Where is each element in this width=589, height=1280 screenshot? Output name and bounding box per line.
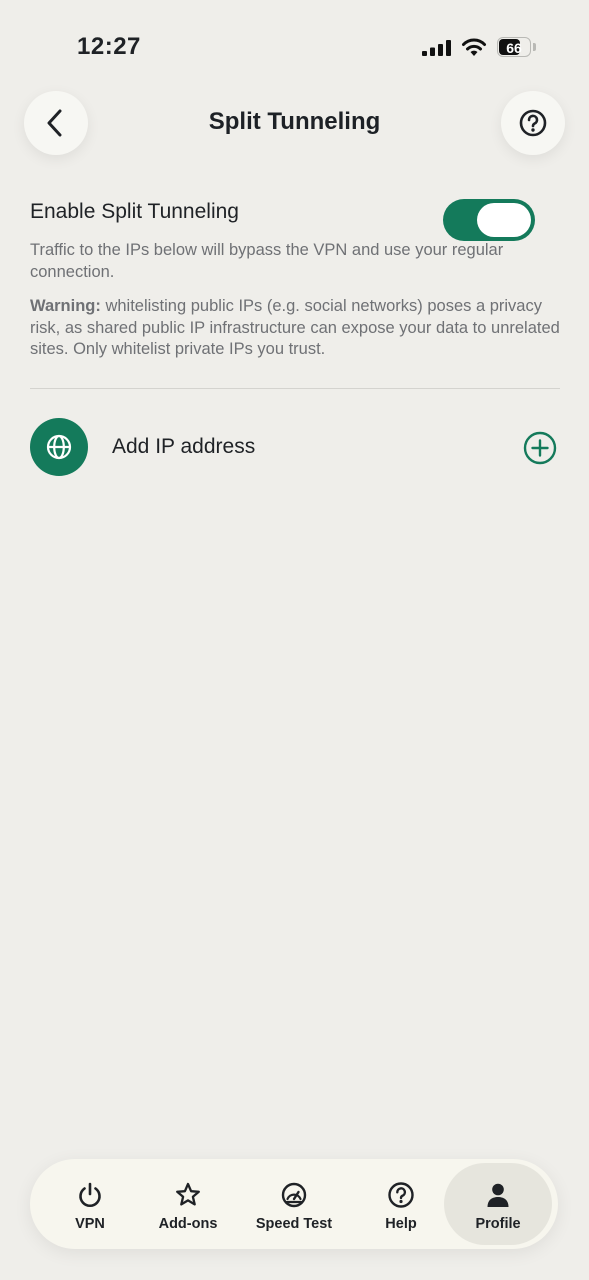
globe-icon [46, 434, 72, 460]
power-icon [79, 1182, 101, 1207]
battery-icon: 66 [497, 37, 539, 59]
split-tunneling-description: Traffic to the IPs below will bypass the… [30, 241, 504, 281]
speedometer-icon [281, 1182, 307, 1208]
nav-item-help[interactable]: Help [351, 1163, 451, 1245]
globe-badge [30, 418, 88, 476]
enable-split-tunneling-label: Enable Split Tunneling [30, 200, 239, 223]
add-ip-address-label: Add IP address [112, 435, 256, 458]
battery-percentage: 66 [506, 40, 522, 56]
warning-label: Warning: [30, 297, 101, 315]
nav-item-speed-test[interactable]: Speed Test [244, 1163, 344, 1245]
add-circle-icon[interactable] [523, 431, 557, 465]
split-tunneling-toggle[interactable] [443, 199, 535, 241]
person-icon [487, 1183, 509, 1207]
star-icon [176, 1182, 200, 1206]
cellular-signal-icon [422, 40, 451, 56]
nav-item-vpn[interactable]: VPN [40, 1163, 140, 1245]
help-circle-icon [388, 1182, 414, 1208]
help-button[interactable] [501, 91, 565, 155]
nav-item-label: VPN [75, 1216, 105, 1232]
nav-item-profile[interactable]: Profile [444, 1163, 552, 1245]
divider [30, 388, 560, 389]
nav-item-add-ons[interactable]: Add-ons [138, 1163, 238, 1245]
nav-item-label: Add-ons [158, 1216, 218, 1232]
status-time: 12:27 [77, 33, 141, 60]
wifi-icon [462, 38, 486, 56]
toggle-knob [477, 203, 531, 237]
help-circle-icon [519, 109, 547, 137]
warning-body: whitelisting public IPs (e.g. social net… [30, 297, 560, 358]
add-ip-address-row[interactable]: Add IP address [30, 418, 560, 478]
nav-item-label: Help [385, 1216, 417, 1232]
warning-text: Warning: whitelisting public IPs (e.g. s… [30, 296, 560, 361]
bottom-navigation: VPN Add-ons Speed Test Help Profile [30, 1159, 558, 1249]
nav-item-label: Profile [475, 1216, 521, 1232]
nav-item-label: Speed Test [255, 1216, 333, 1232]
